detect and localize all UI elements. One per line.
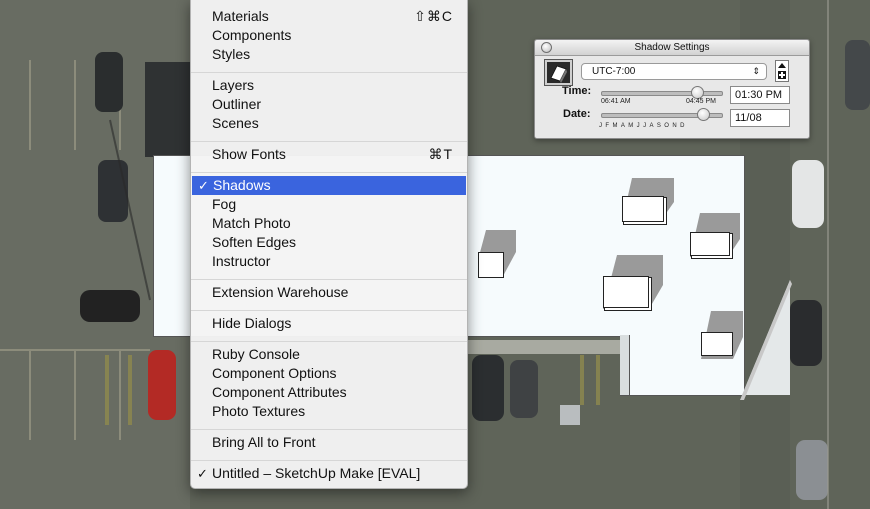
menu-item-label: Fog: [212, 196, 237, 212]
shadow-toggle-button[interactable]: [544, 59, 573, 86]
menu-item-match-photo[interactable]: Match Photo: [191, 214, 467, 233]
date-value: 11/08: [735, 112, 762, 124]
menu-item-label: Bring All to Front: [212, 434, 316, 450]
date-field[interactable]: 11/08: [730, 109, 790, 127]
menu-item-shadows[interactable]: ✓ Shadows: [192, 176, 466, 195]
menu-item-instructor[interactable]: Instructor: [191, 252, 467, 271]
menu-item-soften-edges[interactable]: Soften Edges: [191, 233, 467, 252]
timezone-value: UTC-7:00: [592, 66, 636, 77]
menu-separator: [191, 72, 467, 73]
menu-item-label: Show Fonts: [212, 146, 286, 162]
menu-item-label: Shadows: [213, 177, 271, 193]
menu-item-hide-dialogs[interactable]: Hide Dialogs: [191, 314, 467, 333]
menu-separator: [191, 460, 467, 461]
menu-item-shortcut: ⌘T: [428, 146, 453, 162]
menu-item-materials[interactable]: Materials ⇧⌘C: [191, 7, 467, 26]
sunrise-time: 06:41 AM: [601, 98, 631, 105]
model-shadow-wedge: [740, 280, 792, 400]
time-value: 01:30 PM: [735, 89, 783, 101]
menu-item-fog[interactable]: Fog: [191, 195, 467, 214]
menu-item-component-options[interactable]: Component Options: [191, 364, 467, 383]
menu-item-bring-all-to-front[interactable]: Bring All to Front: [191, 433, 467, 452]
checkmark-icon: ✓: [197, 466, 208, 481]
menu-item-untitled-sketchup-make-eval[interactable]: ✓ Untitled – SketchUp Make [EVAL]: [191, 464, 467, 483]
palette-title: Shadow Settings: [634, 42, 710, 53]
block[interactable]: [701, 332, 733, 356]
menu-separator: [191, 341, 467, 342]
block[interactable]: [622, 196, 664, 222]
menu-item-label: Outliner: [212, 96, 262, 112]
date-label: Date:: [563, 108, 591, 120]
timezone-select[interactable]: UTC-7:00 ⇕: [581, 63, 767, 80]
menu-separator: [191, 279, 467, 280]
menu-item-label: Component Attributes: [212, 384, 347, 400]
menu-separator: [191, 141, 467, 142]
close-icon[interactable]: [541, 42, 552, 53]
menu-item-show-fonts[interactable]: Show Fonts ⌘T: [191, 145, 467, 164]
menu-separator: [191, 310, 467, 311]
menu-item-label: Materials: [212, 8, 269, 24]
block[interactable]: [690, 232, 730, 256]
shadow-settings-palette: Shadow Settings UTC-7:00 ⇕ Time: 06:41 A…: [534, 39, 810, 139]
menu-item-label: Layers: [212, 77, 255, 93]
menu-item-label: Instructor: [212, 253, 271, 269]
menu-item-extension-warehouse[interactable]: Extension Warehouse: [191, 283, 467, 302]
sunset-time: 04:45 PM: [686, 98, 716, 105]
time-slider-track[interactable]: [601, 91, 723, 96]
updown-arrow-icon: ⇕: [752, 66, 760, 76]
model-wall-edge: [620, 335, 630, 395]
menu-item-components[interactable]: Components: [191, 26, 467, 45]
menu-item-label: Extension Warehouse: [212, 284, 349, 300]
block[interactable]: [603, 276, 649, 308]
month-ticks: JFMAMJJASOND: [599, 123, 688, 129]
menu-item-component-attributes[interactable]: Component Attributes: [191, 383, 467, 402]
expand-icon: [778, 63, 786, 79]
menu-item-layers[interactable]: Layers: [191, 76, 467, 95]
menu-item-photo-textures[interactable]: Photo Textures: [191, 402, 467, 421]
menu-item-styles[interactable]: Styles: [191, 45, 467, 64]
window-menu: Materials ⇧⌘C Components Styles Layers Outlin…: [190, 0, 468, 489]
menu-item-label: Components: [212, 27, 292, 43]
menu-item-label: Hide Dialogs: [212, 315, 292, 331]
menu-item-ruby-console[interactable]: Ruby Console: [191, 345, 467, 364]
menu-item-shortcut: ⇧⌘C: [414, 8, 453, 24]
menu-item-label: Photo Textures: [212, 403, 306, 419]
time-field[interactable]: 01:30 PM: [730, 86, 790, 104]
menu-item-label: Scenes: [212, 115, 259, 131]
expand-details-button[interactable]: [775, 60, 789, 82]
menu-item-label: Match Photo: [212, 215, 291, 231]
menu-item-scenes[interactable]: Scenes: [191, 114, 467, 133]
shadow-toggle-icon: [547, 62, 570, 83]
menu-item-label: Styles: [212, 46, 251, 62]
palette-title-bar[interactable]: Shadow Settings: [535, 40, 809, 56]
menu-item-outliner[interactable]: Outliner: [191, 95, 467, 114]
checkmark-icon: ✓: [198, 178, 209, 193]
time-label: Time:: [562, 85, 592, 97]
block[interactable]: [478, 252, 504, 278]
menu-item-label: Untitled – SketchUp Make [EVAL]: [212, 465, 421, 481]
menu-item-label: Ruby Console: [212, 346, 300, 362]
menu-item-label: Component Options: [212, 365, 337, 381]
menu-separator: [191, 429, 467, 430]
menu-item-label: Soften Edges: [212, 234, 297, 250]
date-slider-thumb[interactable]: [697, 108, 710, 121]
menu-separator: [191, 172, 467, 173]
